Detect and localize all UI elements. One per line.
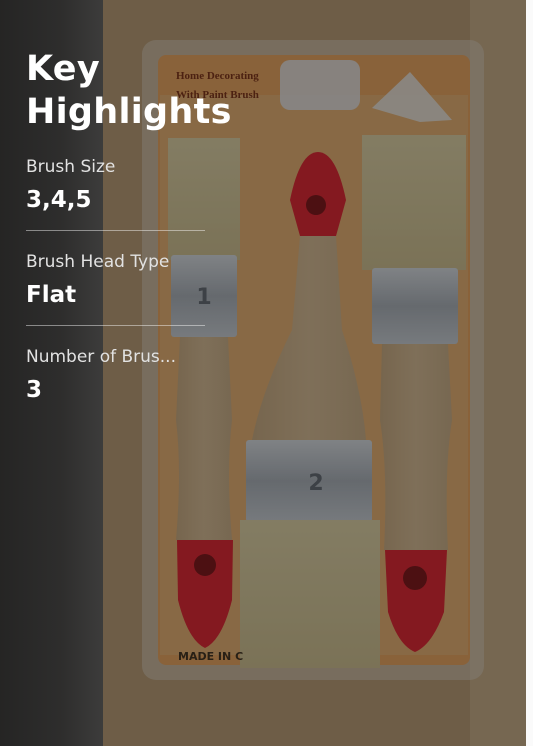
product-slide: Home Decorating With Paint Brush 1 2 MAD… [0, 0, 533, 746]
highlight-item-number-of-brushes: Number of Brus... 3 [26, 346, 216, 404]
highlight-item-brush-head-type: Brush Head Type Flat [26, 251, 216, 309]
divider [26, 230, 205, 231]
right-edge-strip [526, 0, 533, 746]
highlight-item-brush-size: Brush Size 3,4,5 [26, 156, 216, 214]
key-highlights: Key Highlights Brush Size 3,4,5 Brush He… [26, 48, 232, 404]
highlight-value: 3,4,5 [26, 187, 92, 213]
key-highlights-title: Key Highlights [26, 49, 232, 132]
highlight-label: Brush Size [26, 157, 116, 177]
highlight-value: 3 [26, 377, 43, 403]
highlight-value: Flat [26, 282, 77, 308]
highlight-label: Brush Head Type [26, 252, 170, 272]
highlight-label: Number of Brus... [26, 347, 176, 367]
divider [26, 325, 205, 326]
